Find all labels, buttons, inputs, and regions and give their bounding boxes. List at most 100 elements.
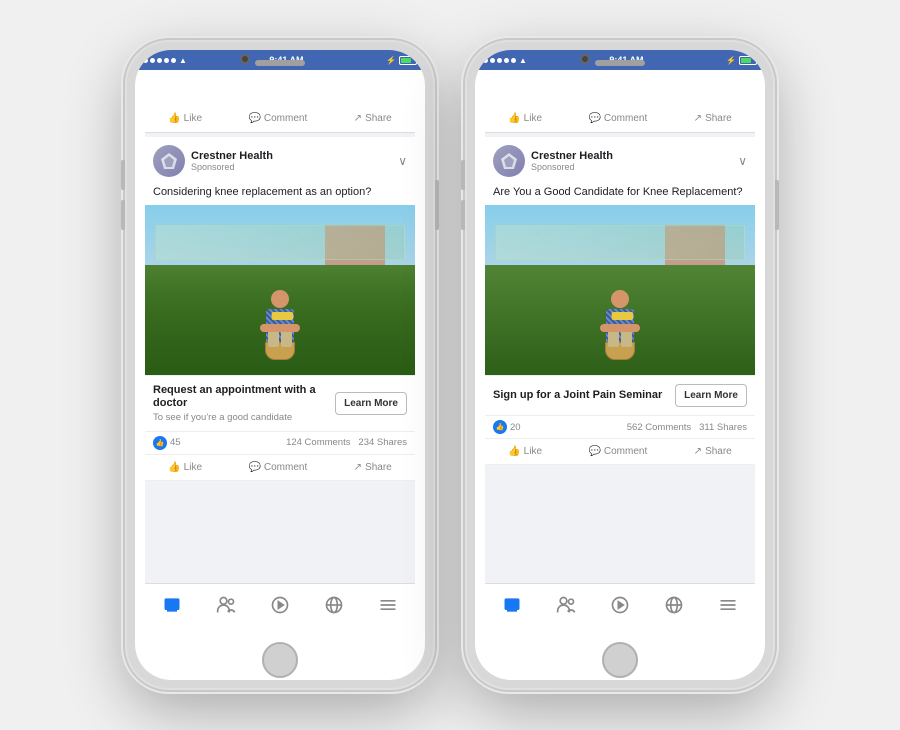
sponsored-label-1: Sponsored (191, 162, 273, 172)
battery-area: ⚡ (386, 56, 417, 65)
nav-menu-icon-2[interactable] (716, 593, 740, 617)
engagement-bar-2: 👍 20 562 Comments 311 Shares (485, 416, 755, 438)
comment-bottom-label-2: Comment (604, 446, 647, 457)
share-icon-top-2: ↗ (694, 113, 702, 124)
post-options-chevron-1[interactable]: ∨ (398, 154, 407, 168)
health-logo-icon-1 (159, 151, 179, 171)
battery-icon (399, 56, 417, 65)
like-bottom-btn-1[interactable]: 👍 Like (162, 459, 208, 476)
nav-friends-icon-2[interactable] (554, 593, 578, 617)
page-name-1: Crestner Health (191, 150, 273, 162)
nav-menu-icon-1[interactable] (376, 593, 400, 617)
power-button (435, 180, 439, 230)
share-bottom-label-2: Share (705, 446, 732, 457)
comments-count-2: 562 Comments (627, 422, 691, 433)
signal-dots (143, 58, 176, 63)
nav-play-icon-2[interactable] (608, 593, 632, 617)
page-avatar-1 (153, 145, 185, 177)
comment-top-btn-1[interactable]: 💬 Comment (248, 113, 307, 124)
like-badge-1: 👍 (153, 436, 167, 450)
comment-label-top-2: Comment (604, 113, 647, 124)
shares-count-2: 311 Shares (699, 422, 747, 433)
speaker-2 (595, 60, 645, 66)
volume-down-button-2 (461, 200, 465, 230)
nav-bar-2 (485, 583, 755, 625)
wifi-label: ▲ (179, 56, 187, 65)
thumbs-up-icon-2: 👍 (508, 446, 520, 457)
status-left: ▲ (143, 56, 187, 65)
battery-icon-2 (739, 56, 757, 65)
thumbs-up-icon-top-1: 👍 (168, 113, 180, 124)
home-button-2[interactable] (602, 642, 638, 678)
cta-text-2: Sign up for a Joint Pain Seminar (493, 389, 675, 402)
share-bottom-label-1: Share (365, 462, 392, 473)
learn-more-button-1[interactable]: Learn More (335, 392, 407, 415)
like-badge-2: 👍 (493, 420, 507, 434)
home-button[interactable] (262, 642, 298, 678)
post-options-chevron-2[interactable]: ∨ (738, 154, 747, 168)
screen-1: 👍 Like 💬 Comment ↗ Share (145, 105, 415, 625)
top-action-bar-2: 👍 Like 💬 Comment ↗ Share (485, 105, 755, 133)
phone-screen-2: ▲ 9:41 AM ⚡ 👍 Like 💬 Comment (475, 50, 765, 680)
like-top-btn-2[interactable]: 👍 Like (508, 113, 542, 124)
glove-right-1 (281, 312, 293, 320)
share-bottom-btn-1[interactable]: ↗ Share (348, 459, 398, 476)
engagement-left-2: 👍 20 (493, 420, 521, 434)
comment-bottom-btn-1[interactable]: 💬 Comment (242, 459, 313, 476)
post-meta-1: Crestner Health Sponsored (191, 150, 273, 172)
greenhouse-1 (155, 225, 405, 260)
cta-section-1: Request an appointment with a doctor To … (145, 375, 415, 431)
post-text-2: Are You a Good Candidate for Knee Replac… (485, 181, 755, 205)
cta-title-2: Sign up for a Joint Pain Seminar (493, 389, 675, 402)
health-logo-icon-2 (499, 151, 519, 171)
cta-title-1: Request an appointment with a doctor (153, 384, 335, 410)
greenhouse-2 (495, 225, 745, 260)
post-header-2: Crestner Health Sponsored ∨ (485, 137, 755, 181)
like-bottom-label-1: Like (184, 462, 202, 473)
glove-right-2 (621, 312, 633, 320)
share-icon-top-1: ↗ (354, 113, 362, 124)
nav-friends-icon-1[interactable] (214, 593, 238, 617)
like-label-top-1: Like (184, 113, 202, 124)
sponsored-label-2: Sponsored (531, 162, 613, 172)
nav-home-icon-2[interactable] (500, 593, 524, 617)
fb-ad-card-1: Crestner Health Sponsored ∨ Considering … (145, 137, 415, 481)
comment-top-btn-2[interactable]: 💬 Comment (588, 113, 647, 124)
post-text-1: Considering knee replacement as an optio… (145, 181, 415, 205)
wifi-label-2: ▲ (519, 56, 527, 65)
learn-more-button-2[interactable]: Learn More (675, 384, 747, 407)
screen-2: 👍 Like 💬 Comment ↗ Share (485, 105, 755, 625)
comment-bottom-btn-2[interactable]: 💬 Comment (582, 443, 653, 460)
share-icon-2: ↗ (694, 446, 702, 457)
woman-figure-2 (600, 290, 640, 360)
status-left-2: ▲ (483, 56, 527, 65)
comment-icon-2: 💬 (588, 446, 600, 457)
bottom-action-bar-1: 👍 Like 💬 Comment ↗ Share (145, 454, 415, 481)
post-header-left-1: Crestner Health Sponsored (153, 145, 273, 177)
nav-globe-icon-2[interactable] (662, 593, 686, 617)
post-header-1: Crestner Health Sponsored ∨ (145, 137, 415, 181)
thumbs-up-icon-top-2: 👍 (508, 113, 520, 124)
thumbs-up-icon-1: 👍 (168, 462, 180, 473)
nav-play-icon-1[interactable] (268, 593, 292, 617)
cta-text-1: Request an appointment with a doctor To … (153, 384, 335, 422)
share-top-btn-1[interactable]: ↗ Share (354, 113, 392, 124)
share-top-btn-2[interactable]: ↗ Share (694, 113, 732, 124)
battery-area-2: ⚡ (726, 56, 757, 65)
share-bottom-btn-2[interactable]: ↗ Share (688, 443, 738, 460)
share-icon-1: ↗ (354, 462, 362, 473)
engagement-left-1: 👍 45 (153, 436, 181, 450)
nav-globe-icon-1[interactable] (322, 593, 346, 617)
likes-count-2: 20 (510, 422, 521, 433)
like-bottom-btn-2[interactable]: 👍 Like (502, 443, 548, 460)
post-image-2 (485, 205, 755, 375)
battery-percent-2: ⚡ (726, 56, 736, 65)
like-top-btn-1[interactable]: 👍 Like (168, 113, 202, 124)
nav-home-icon-1[interactable] (160, 593, 184, 617)
cta-section-2: Sign up for a Joint Pain Seminar Learn M… (485, 375, 755, 416)
comment-label-top-1: Comment (264, 113, 307, 124)
page-name-2: Crestner Health (531, 150, 613, 162)
shares-count-1: 234 Shares (358, 437, 407, 448)
nav-bar-1 (145, 583, 415, 625)
cta-subtitle-1: To see if you're a good candidate (153, 412, 335, 423)
